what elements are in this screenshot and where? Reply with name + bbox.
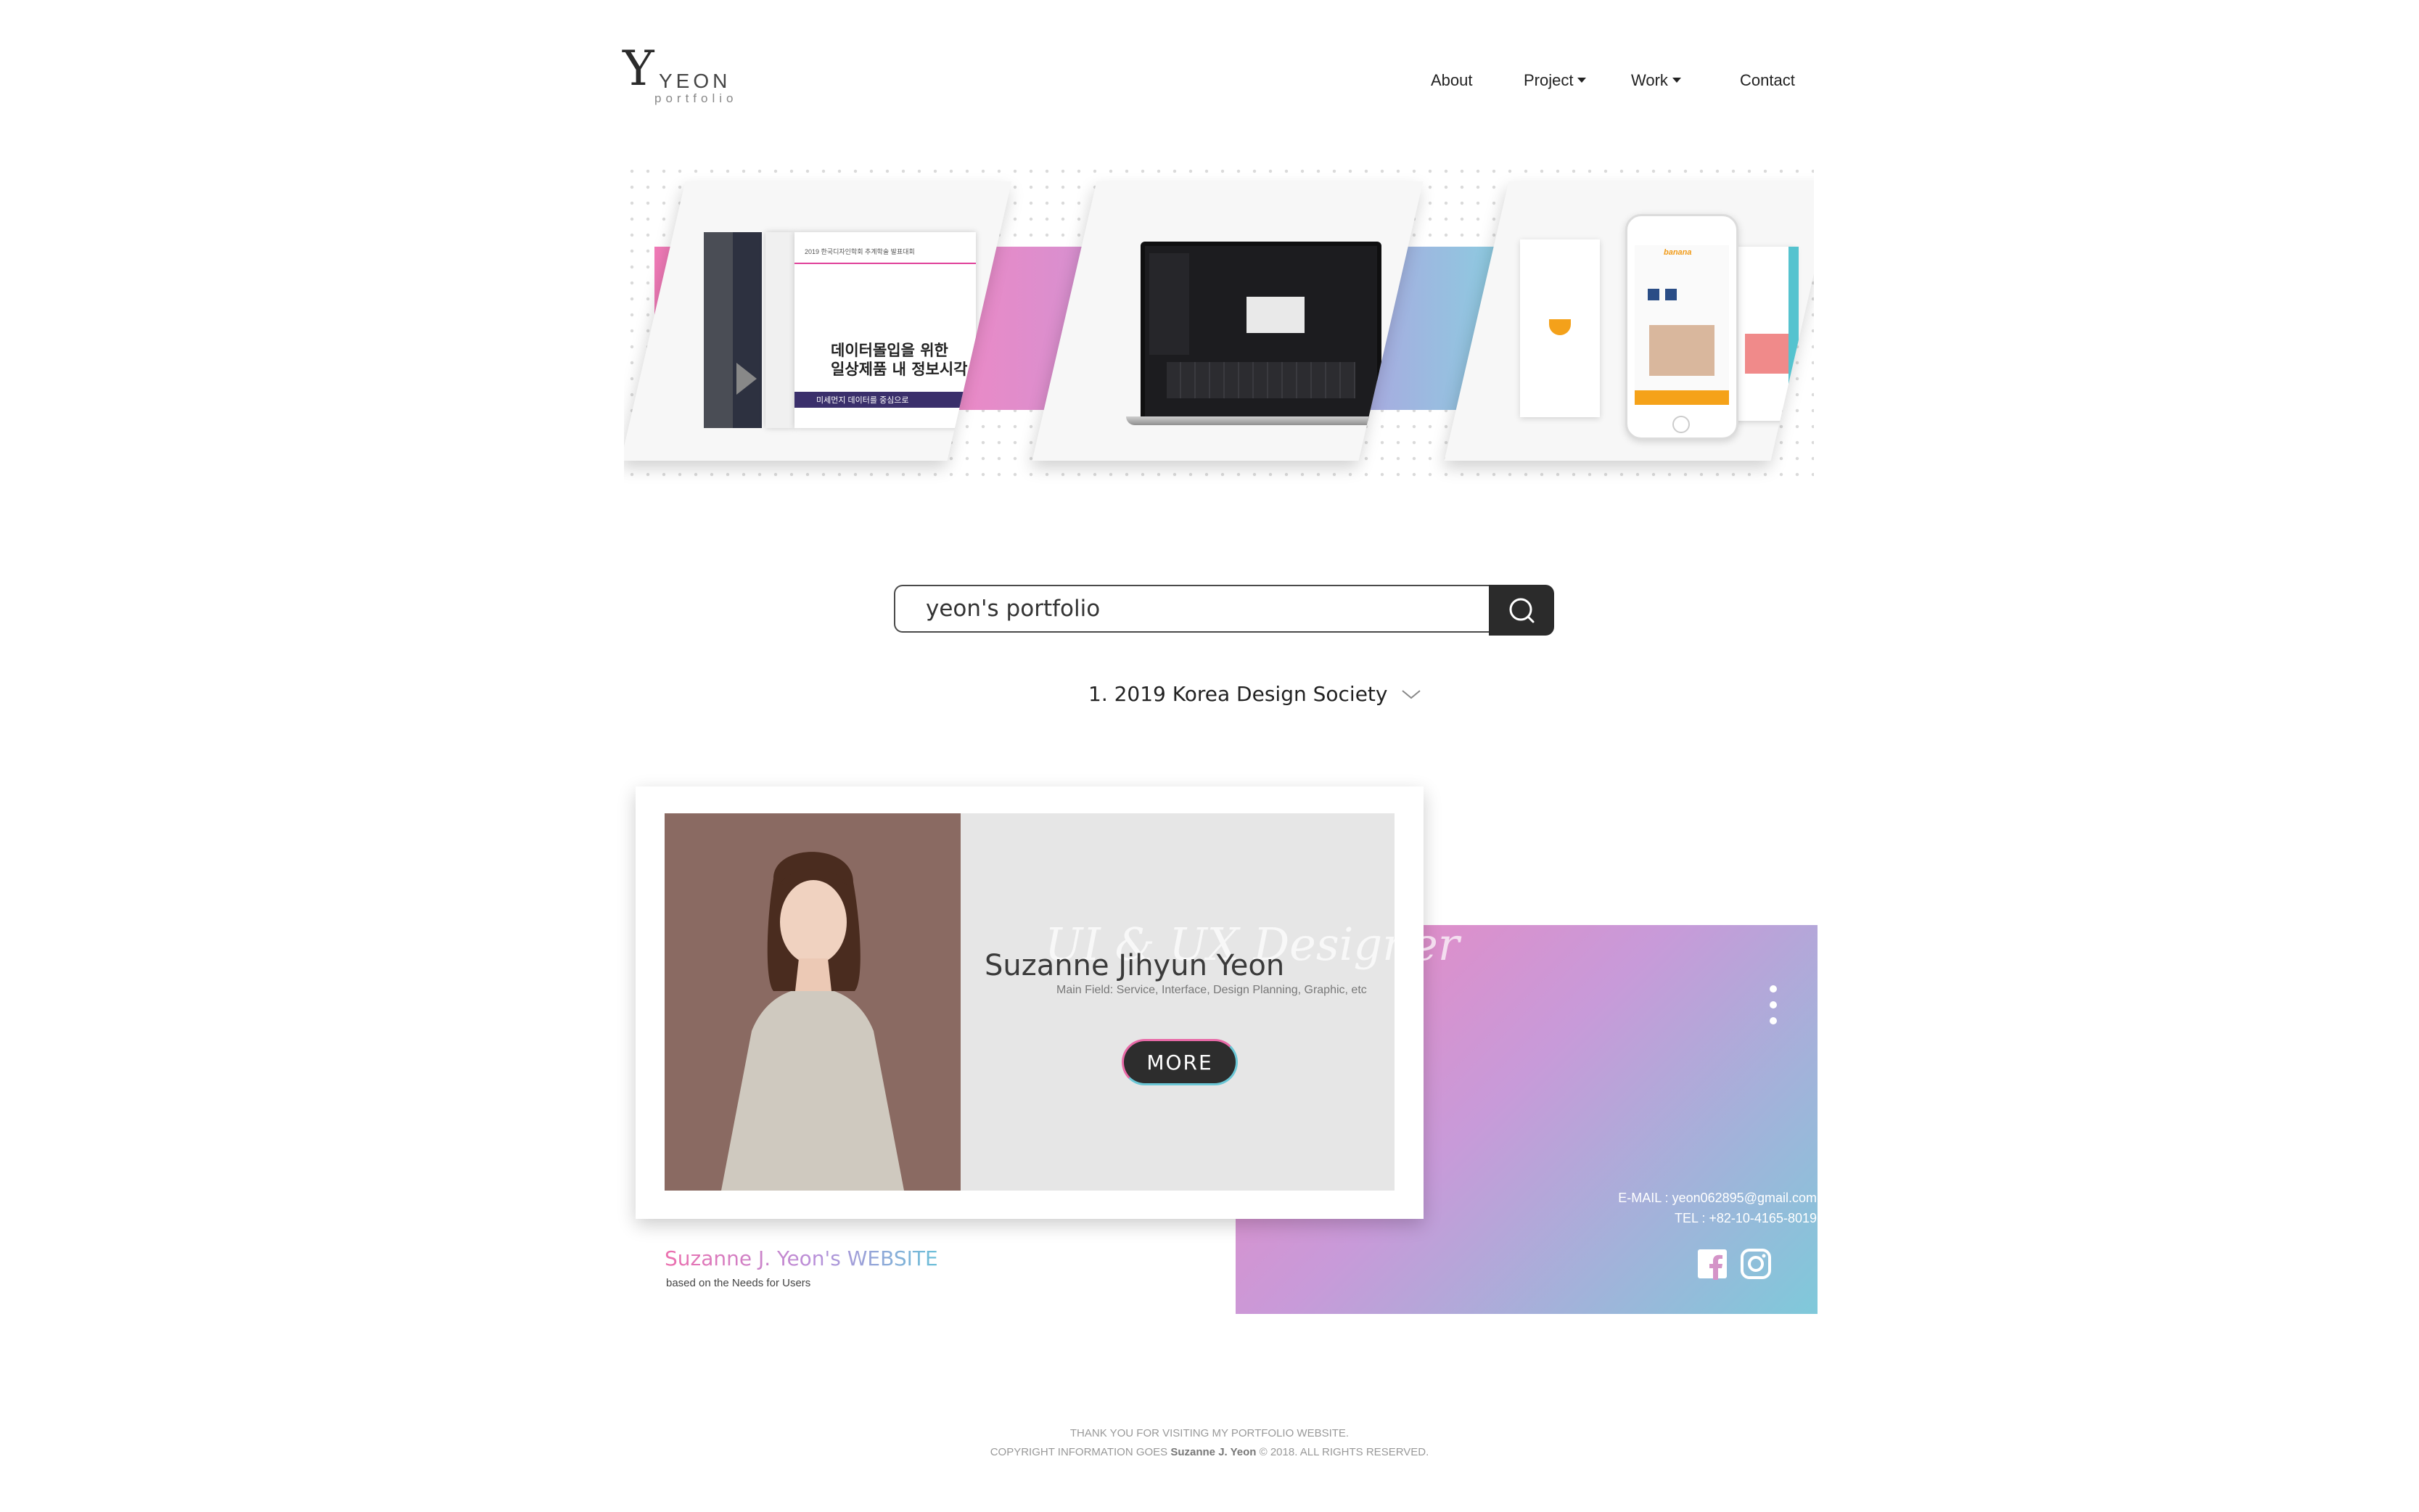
- app-image-block: [1745, 334, 1788, 374]
- app-brand: banana: [1664, 248, 1692, 257]
- nav-project[interactable]: Project: [1524, 71, 1587, 90]
- nav-project-label: Project: [1524, 71, 1574, 89]
- doc-rule: [794, 263, 976, 264]
- doc-title-line2: 일상제품 내 정보시각: [831, 361, 968, 379]
- profile-name: Suzanne Jihyun Yeon: [985, 949, 1285, 982]
- nav-contact-label: Contact: [1740, 71, 1795, 89]
- instagram-icon[interactable]: [1740, 1248, 1772, 1280]
- nav-work[interactable]: Work: [1631, 71, 1681, 90]
- app-tile-2: [1665, 289, 1677, 300]
- dropdown-label: 1. 2019 Korea Design Society: [1088, 682, 1388, 706]
- footer-copyright-name: Suzanne J. Yeon: [1170, 1446, 1257, 1458]
- home-button-icon: [1672, 416, 1690, 433]
- profile-photo: [665, 813, 961, 1191]
- doc-title: 데이터몰입을 위한 일상제품 내 정보시각: [831, 341, 968, 379]
- phone-mockup: banana: [1625, 214, 1738, 440]
- screen-timeline: [1167, 362, 1355, 398]
- app-tile-1: [1648, 289, 1659, 300]
- website-subtitle: based on the Needs for Users: [666, 1277, 811, 1289]
- footer-copyright-prefix: COPYRIGHT INFORMATION GOES: [990, 1446, 1171, 1458]
- footer-thanks: THANK YOU FOR VISITING MY PORTFOLIO WEBS…: [1069, 1427, 1350, 1439]
- caret-down-icon: [1577, 77, 1587, 83]
- project-dropdown[interactable]: 1. 2019 Korea Design Society: [1088, 682, 1422, 706]
- more-options-icon[interactable]: [1767, 985, 1779, 1029]
- project-thumb-motion[interactable]: [1032, 181, 1424, 461]
- app-photo: [1649, 325, 1714, 376]
- search-bar: [894, 585, 1554, 636]
- doc-spine: [765, 232, 794, 428]
- nav-work-label: Work: [1631, 71, 1668, 89]
- project-thumb-document[interactable]: 2019 한국디자인학회 추계학술 발표대회 데이터몰입을 위한 일상제품 내 …: [624, 181, 1012, 461]
- doc-band: 미세먼지 데이터를 중심으로: [794, 392, 976, 408]
- search-button[interactable]: [1489, 585, 1554, 636]
- doc-cover-left: [704, 232, 733, 428]
- logo-name: YEON: [659, 70, 731, 92]
- more-button[interactable]: MORE: [1122, 1039, 1238, 1085]
- contact-tel: TEL : +82-10-4165-8019: [1675, 1211, 1817, 1225]
- caret-down-icon: [1672, 77, 1681, 83]
- facebook-icon[interactable]: [1696, 1248, 1728, 1280]
- doc-cover-mid: [733, 232, 762, 428]
- doc-header: 2019 한국디자인학회 추계학술 발표대회: [805, 248, 915, 255]
- app-bottom-bar: [1635, 390, 1729, 405]
- play-triangle-icon: [736, 363, 757, 395]
- nav-contact[interactable]: Contact: [1740, 71, 1795, 90]
- footer-copyright-suffix: © 2018. ALL RIGHTS RESERVED.: [1256, 1446, 1429, 1458]
- phone-screen: banana: [1635, 245, 1729, 405]
- website-title: Suzanne J. Yeon's WEBSITE: [665, 1246, 938, 1270]
- app-splash: [1520, 239, 1600, 417]
- profile-info-panel: [961, 813, 1395, 1191]
- hero-banner: 2019 한국디자인학회 추계학술 발표대회 데이터몰입을 위한 일상제품 내 …: [624, 163, 1814, 486]
- project-thumb-mobile[interactable]: banana: [1444, 181, 1814, 461]
- logo-letter: Y: [623, 41, 654, 96]
- doc-page: 2019 한국디자인학회 추계학술 발표대회 데이터몰입을 위한 일상제품 내 …: [794, 232, 976, 428]
- screen-preview: [1247, 297, 1305, 333]
- laptop-base: [1126, 416, 1396, 425]
- main-field: Main Field: Service, Interface, Design P…: [1056, 984, 1367, 996]
- search-icon: [1509, 598, 1535, 623]
- logo-sub: portfolio: [654, 91, 738, 105]
- doc-title-line1: 데이터몰입을 위한: [831, 342, 948, 359]
- screen-side-panel: [1149, 253, 1189, 355]
- footer-copyright: COPYRIGHT INFORMATION GOES Suzanne J. Ye…: [0, 1446, 2419, 1458]
- contact-email: E-MAIL : yeon062895@gmail.com: [1618, 1191, 1817, 1205]
- nav-about[interactable]: About: [1431, 71, 1473, 90]
- banana-logo-icon: [1549, 319, 1571, 335]
- chevron-down-icon: [1402, 689, 1421, 699]
- nav-about-label: About: [1431, 71, 1473, 89]
- search-input[interactable]: [894, 585, 1489, 633]
- site-logo[interactable]: Y YEON portfolio: [623, 45, 739, 107]
- laptop-screen: [1141, 242, 1381, 421]
